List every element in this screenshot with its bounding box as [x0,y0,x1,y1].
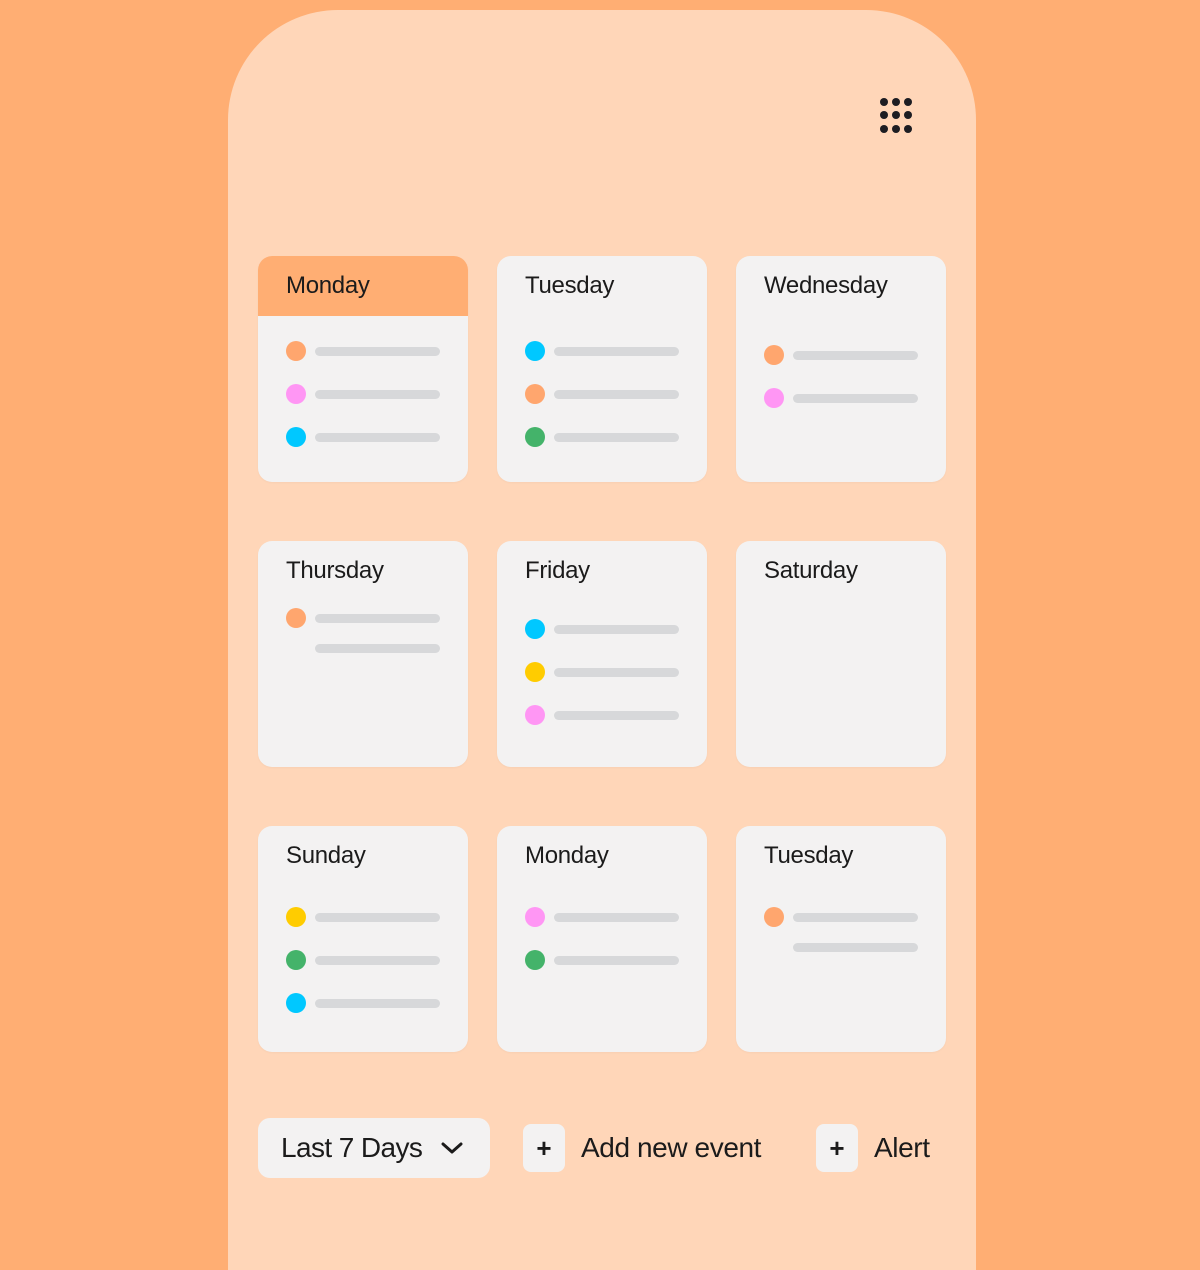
event-color-dot [525,907,545,927]
event-color-dot [525,705,545,725]
event-placeholder-bar [554,625,679,634]
event-placeholder-bar [315,614,440,623]
event-color-dot [286,993,306,1013]
event-color-dot [286,427,306,447]
event-placeholder-bar [554,913,679,922]
day-card-friday[interactable]: Friday [497,541,707,767]
day-card-monday[interactable]: Monday [258,256,468,482]
day-card-title: Sunday [286,842,366,869]
event-item[interactable] [525,384,679,404]
plus-icon: + [523,1124,565,1172]
event-color-dot [764,388,784,408]
day-card-title: Monday [258,256,468,316]
event-item[interactable] [525,662,679,682]
event-placeholder-bar [554,347,679,356]
day-card-title: Friday [525,557,590,584]
event-placeholder-bar [315,913,440,922]
day-card-title: Saturday [764,557,858,584]
event-list [764,907,918,957]
day-card-wednesday[interactable]: Wednesday [736,256,946,482]
event-color-dot [525,341,545,361]
date-range-select[interactable]: Last 7 Days [258,1118,490,1178]
alert-button[interactable]: + Alert [816,1118,930,1178]
event-item[interactable] [525,427,679,447]
event-placeholder-bar [554,433,679,442]
event-list [525,619,679,725]
day-card-sunday[interactable]: Sunday [258,826,468,1052]
event-color-dot [764,907,784,927]
event-color-dot [525,619,545,639]
event-color-dot [764,345,784,365]
event-item[interactable] [525,341,679,361]
event-placeholder-bar [793,913,918,922]
day-card-saturday[interactable]: Saturday [736,541,946,767]
event-list [525,341,679,447]
event-item[interactable] [525,907,679,927]
event-color-dot [525,384,545,404]
event-color-dot [525,950,545,970]
add-new-event-button[interactable]: + Add new event [523,1118,761,1178]
event-placeholder-bar [315,999,440,1008]
chevron-down-icon [441,1142,463,1154]
add-new-event-label: Add new event [581,1132,762,1163]
event-item[interactable] [525,619,679,639]
event-item[interactable] [286,608,440,628]
event-item[interactable] [525,705,679,725]
day-card-tuesday[interactable]: Tuesday [497,256,707,482]
event-item[interactable] [286,638,440,658]
event-item[interactable] [286,427,440,447]
event-color-dot [286,341,306,361]
alert-label: Alert [874,1132,930,1163]
event-placeholder-bar [315,347,440,356]
event-placeholder-bar [793,394,918,403]
event-color-dot [286,950,306,970]
event-color-dot [525,427,545,447]
event-item[interactable] [286,950,440,970]
event-item[interactable] [286,907,440,927]
event-item[interactable] [764,345,918,365]
day-card-title: Wednesday [764,272,888,299]
event-list [286,907,440,1013]
grid-menu-icon[interactable] [880,98,916,134]
event-item[interactable] [286,341,440,361]
event-item[interactable] [764,907,918,927]
event-list [286,341,440,447]
event-item[interactable] [525,950,679,970]
day-card-thursday[interactable]: Thursday [258,541,468,767]
event-placeholder-bar [793,351,918,360]
event-placeholder-bar [793,943,918,952]
date-range-value: Last 7 Days [281,1132,423,1163]
event-item[interactable] [286,384,440,404]
event-placeholder-bar [554,390,679,399]
day-card-monday[interactable]: Monday [497,826,707,1052]
event-placeholder-bar [315,390,440,399]
event-placeholder-bar [315,433,440,442]
event-color-dot [525,662,545,682]
event-placeholder-bar [554,711,679,720]
event-list [286,608,440,658]
event-list [525,907,679,970]
event-color-dot [286,608,306,628]
event-placeholder-bar [315,956,440,965]
event-list [764,345,918,408]
event-color-dot [286,907,306,927]
day-card-title: Thursday [286,557,384,584]
event-item[interactable] [764,937,918,957]
event-item[interactable] [286,993,440,1013]
day-card-title: Tuesday [525,272,615,299]
event-color-dot [286,384,306,404]
day-card-title: Monday [525,842,609,869]
event-placeholder-bar [554,956,679,965]
event-item[interactable] [764,388,918,408]
plus-icon: + [816,1124,858,1172]
day-card-title: Tuesday [764,842,854,869]
day-card-tuesday[interactable]: Tuesday [736,826,946,1052]
event-placeholder-bar [554,668,679,677]
event-placeholder-bar [315,644,440,653]
phone-frame: Monday Tuesday Wednesday Thursday Friday Satu… [228,10,976,1270]
